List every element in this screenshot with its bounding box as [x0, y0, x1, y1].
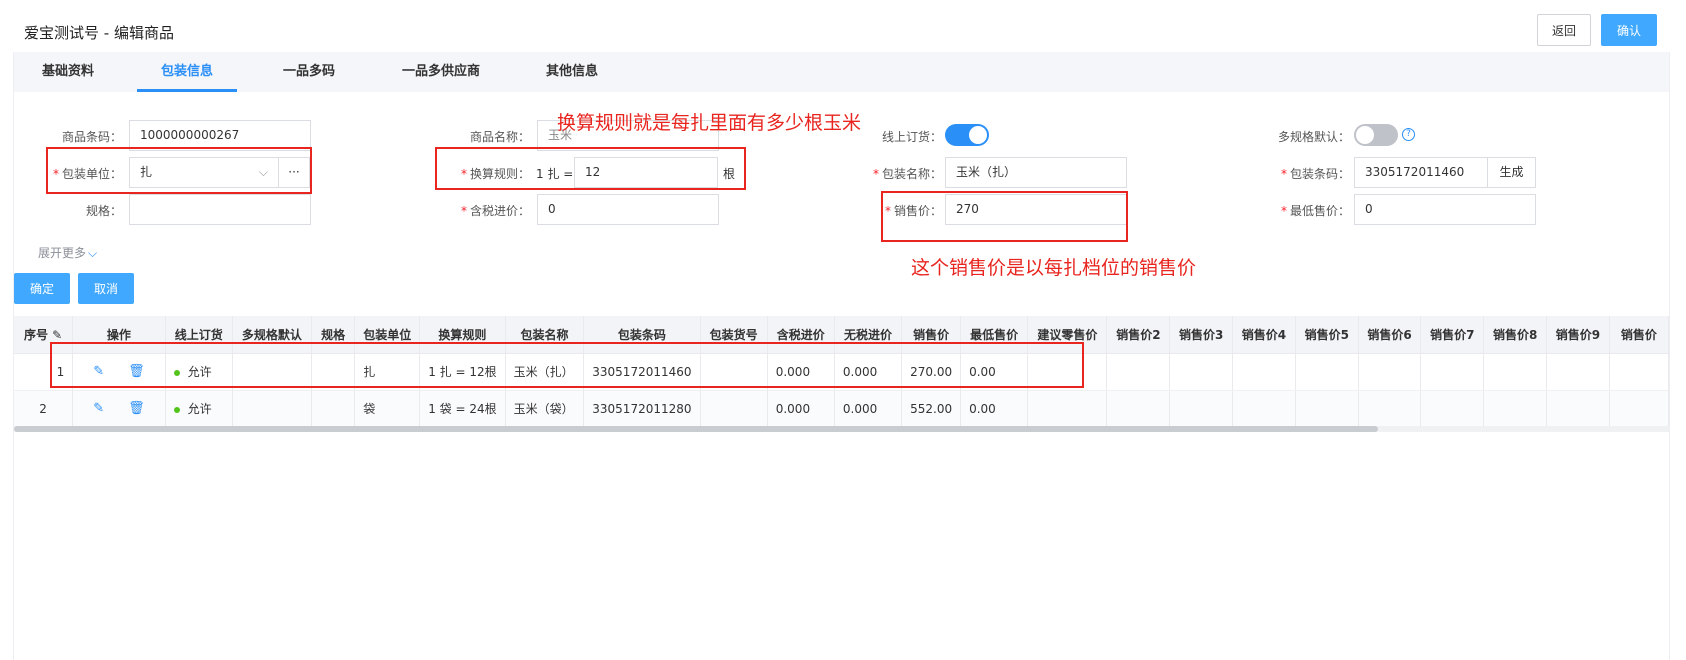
min-price-label-text: 最低售价：	[1289, 204, 1350, 218]
tab-packaging-info[interactable]: 包装信息	[137, 52, 237, 92]
tab-basic-info[interactable]: 基础资料	[22, 52, 114, 92]
cell-empty	[1358, 353, 1422, 391]
annotation-box-sale-price	[881, 191, 1128, 242]
tax-purchase-input[interactable]: 0	[537, 194, 719, 225]
column-header: 销售价7	[1420, 316, 1485, 354]
multi-spec-default-toggle[interactable]	[1354, 124, 1398, 146]
expand-more-link[interactable]: 展开更多 ⌵	[38, 244, 97, 261]
panel-right-border	[1669, 52, 1670, 660]
expand-more-text: 展开更多	[38, 246, 87, 260]
product-name-label: 商品名称：	[469, 130, 530, 144]
page-header: 爱宝测试号 - 编辑商品 返回 确认	[0, 0, 1686, 52]
column-header: 销售价9	[1546, 316, 1610, 354]
cell-index: 2	[14, 390, 74, 426]
spec-label: 规格：	[85, 204, 122, 218]
annotation-box-table-row	[50, 342, 1084, 388]
back-button[interactable]: 返回	[1537, 14, 1591, 46]
annotation-conversion-note: 换算规则就是每扎里面有多少根玉米	[557, 112, 862, 134]
pack-barcode-label: * 包装条码：	[1268, 165, 1350, 182]
cell-sale: 552.00	[901, 390, 962, 426]
tab-multi-barcode[interactable]: 一品多码	[263, 52, 355, 92]
pack-barcode-input[interactable]: 3305172011460	[1354, 157, 1488, 188]
min-price-input[interactable]: 0	[1354, 194, 1536, 225]
confirm-button[interactable]: 确认	[1601, 14, 1657, 46]
chevron-down-icon: ⌵	[88, 246, 98, 260]
table-horizontal-scrollbar[interactable]	[14, 426, 1669, 432]
cell-empty	[1232, 390, 1296, 426]
edit-icon[interactable]: ✎	[93, 401, 104, 416]
status-dot	[173, 406, 180, 413]
tax-purchase-label: * 含税进价：	[448, 202, 530, 219]
pack-name-label-text: 包装名称：	[881, 167, 942, 181]
cell-empty	[1420, 390, 1485, 426]
cell-spec	[311, 390, 356, 426]
page-title: 爱宝测试号 - 编辑商品	[24, 24, 174, 42]
multi-spec-default-label: 多规格默认：	[1277, 130, 1350, 144]
table-row[interactable]: 2 ✎ 🗑 允许 袋 1 袋 = 24根 玉米（袋） 3305172011280 …	[14, 390, 1669, 426]
cell-online: 允许	[165, 390, 233, 426]
cell-empty	[1106, 353, 1171, 391]
column-header: 销售价8	[1483, 316, 1548, 354]
cell-tax-in: 0.000	[767, 390, 835, 426]
cell-empty	[1232, 353, 1296, 391]
cell-multi	[232, 390, 313, 426]
cell-empty	[1027, 390, 1108, 426]
pack-barcode-label-text: 包装条码：	[1289, 167, 1350, 181]
cell-code	[700, 390, 768, 426]
min-price-label: * 最低售价：	[1268, 202, 1350, 219]
cell-actions: ✎ 🗑	[72, 390, 166, 426]
help-icon[interactable]: ?	[1402, 128, 1415, 141]
tab-bar: 基础资料 包装信息 一品多码 一品多供应商 其他信息	[14, 52, 1669, 92]
column-header: 销售价2	[1106, 316, 1171, 354]
required-marker: *	[1280, 167, 1287, 181]
cell-empty	[1358, 390, 1422, 426]
cell-notax-in: 0.000	[834, 390, 903, 426]
cell-empty	[1483, 353, 1548, 391]
cell-empty	[1106, 390, 1171, 426]
cell-rule: 1 袋 = 24根	[419, 390, 506, 426]
column-header: 销售价3	[1169, 316, 1234, 354]
cell-empty	[1169, 390, 1234, 426]
cell-min: 0.00	[960, 390, 1029, 426]
cell-empty	[1169, 353, 1234, 391]
cell-barcode: 3305172011280	[583, 390, 701, 426]
annotation-box-conversion	[435, 147, 746, 190]
required-marker: *	[872, 167, 879, 181]
pack-name-label: * 包装名称：	[860, 165, 942, 182]
cell-name: 玉米（袋）	[505, 390, 585, 426]
annotation-box-pack-unit	[46, 147, 312, 194]
tab-multi-supplier[interactable]: 一品多供应商	[383, 52, 499, 92]
barcode-label: 商品条码：	[61, 130, 122, 144]
toggle-knob	[1356, 126, 1374, 144]
required-marker: *	[460, 204, 467, 218]
cancel-button[interactable]: 取消	[78, 273, 134, 304]
cell-empty	[1546, 390, 1610, 426]
pack-name-input[interactable]: 玉米（扎）	[945, 157, 1127, 188]
tax-purchase-label-text: 含税进价：	[469, 204, 530, 218]
cell-empty	[1295, 353, 1359, 391]
cell-empty	[1609, 353, 1669, 391]
spec-input[interactable]	[129, 194, 311, 225]
delete-icon[interactable]: 🗑	[128, 401, 145, 416]
cell-empty	[1483, 390, 1548, 426]
column-header: 销售价5	[1295, 316, 1359, 354]
pin-icon[interactable]: ✎	[52, 328, 62, 342]
toggle-knob	[969, 126, 987, 144]
cell-unit: 袋	[354, 390, 421, 426]
ok-button[interactable]: 确定	[14, 273, 70, 304]
online-order-label: 线上订货：	[881, 130, 942, 144]
cell-empty	[1546, 353, 1610, 391]
cell-empty	[1295, 390, 1359, 426]
column-header: 销售价4	[1232, 316, 1296, 354]
cell-empty	[1420, 353, 1485, 391]
cell-empty	[1609, 390, 1669, 426]
required-marker: *	[1280, 204, 1287, 218]
annotation-price-note: 这个销售价是以每扎档位的销售价	[911, 257, 1197, 279]
scrollbar-thumb[interactable]	[14, 426, 1378, 432]
online-order-toggle[interactable]	[945, 124, 989, 146]
column-header: 销售价	[1609, 316, 1669, 354]
tab-other-info[interactable]: 其他信息	[526, 52, 618, 92]
column-header: 销售价6	[1358, 316, 1422, 354]
generate-barcode-button[interactable]: 生成	[1487, 157, 1536, 188]
